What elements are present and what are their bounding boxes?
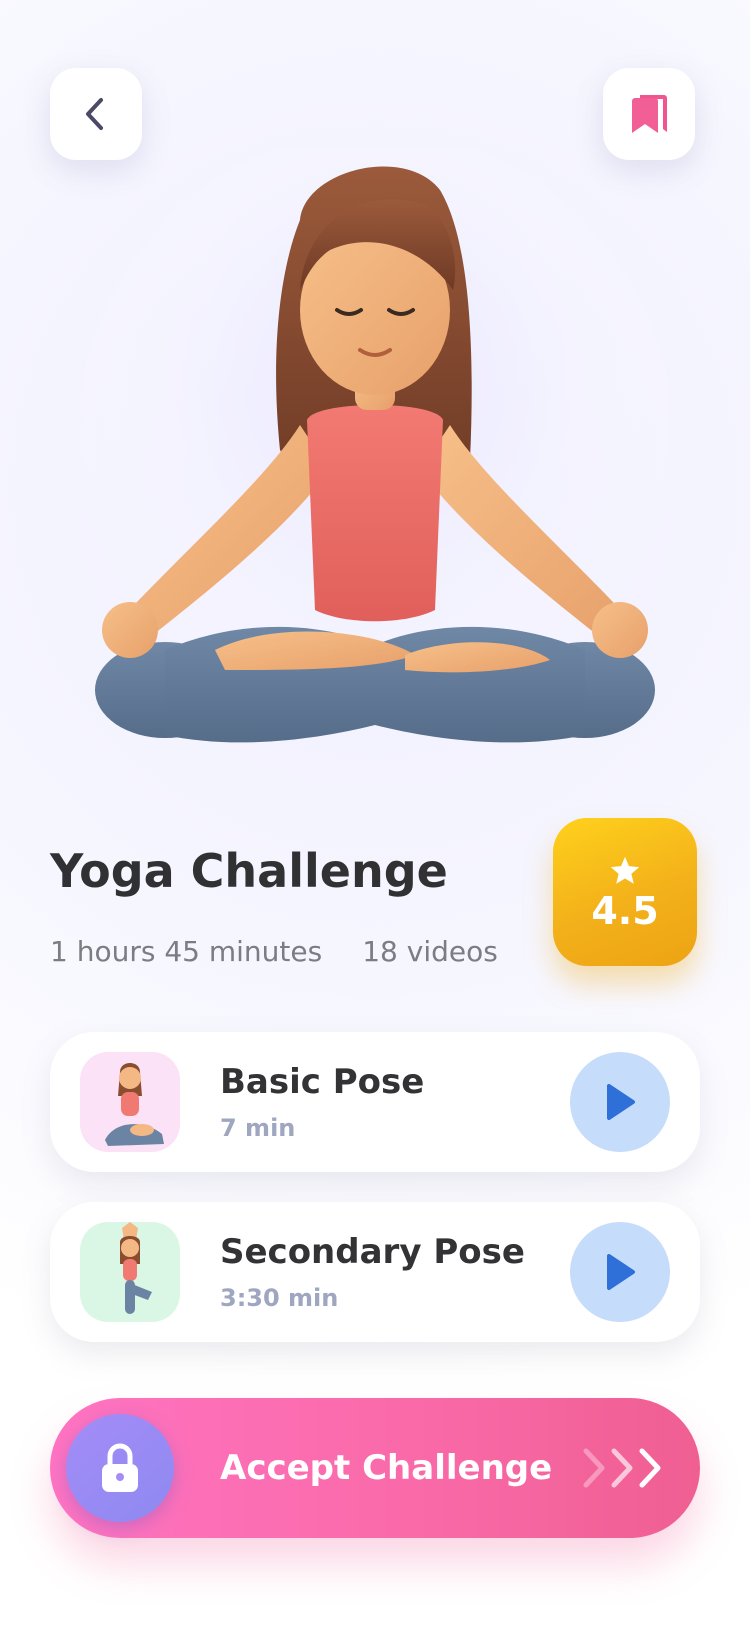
- rating-value: 4.5: [591, 889, 659, 933]
- pose-thumbnail: [80, 1052, 180, 1152]
- play-icon: [607, 1254, 635, 1290]
- play-button[interactable]: [570, 1222, 670, 1322]
- challenge-duration: 1 hours 45 minutes: [50, 935, 323, 968]
- meditating-woman-illustration: [75, 150, 675, 770]
- challenge-video-count: 18 videos: [362, 935, 498, 968]
- challenge-title: Yoga Challenge: [50, 844, 448, 898]
- accept-challenge-label: Accept Challenge: [220, 1448, 553, 1488]
- bookmark-icon: [632, 95, 667, 133]
- yoga-pose-thumbnail-icon: [105, 1063, 164, 1146]
- play-button[interactable]: [570, 1052, 670, 1152]
- pose-card-basic[interactable]: Basic Pose 7 min: [50, 1032, 700, 1172]
- yoga-challenge-screen: Yoga Challenge 1 hours 45 minutes 18 vid…: [0, 0, 750, 1625]
- pose-name: Secondary Pose: [220, 1232, 525, 1272]
- lock-icon: [102, 1443, 138, 1492]
- challenge-meta: 1 hours 45 minutes 18 videos: [50, 935, 498, 968]
- yoga-tree-pose-thumbnail-icon: [120, 1222, 152, 1314]
- pose-name: Basic Pose: [220, 1062, 425, 1102]
- pose-card-secondary[interactable]: Secondary Pose 3:30 min: [50, 1202, 700, 1342]
- play-icon: [607, 1084, 635, 1120]
- pose-thumbnail: [80, 1222, 180, 1322]
- lock-slider-handle[interactable]: [66, 1414, 174, 1522]
- bookmark-button[interactable]: [603, 68, 695, 160]
- accept-challenge-button[interactable]: Accept Challenge: [50, 1398, 700, 1538]
- star-icon: [610, 856, 640, 884]
- triple-chevron-right-icon: [583, 1448, 661, 1488]
- back-button[interactable]: [50, 68, 142, 160]
- rating-badge: 4.5: [553, 818, 697, 966]
- pose-duration: 7 min: [220, 1114, 296, 1142]
- chevron-left-icon: [86, 98, 103, 130]
- pose-duration: 3:30 min: [220, 1284, 339, 1312]
